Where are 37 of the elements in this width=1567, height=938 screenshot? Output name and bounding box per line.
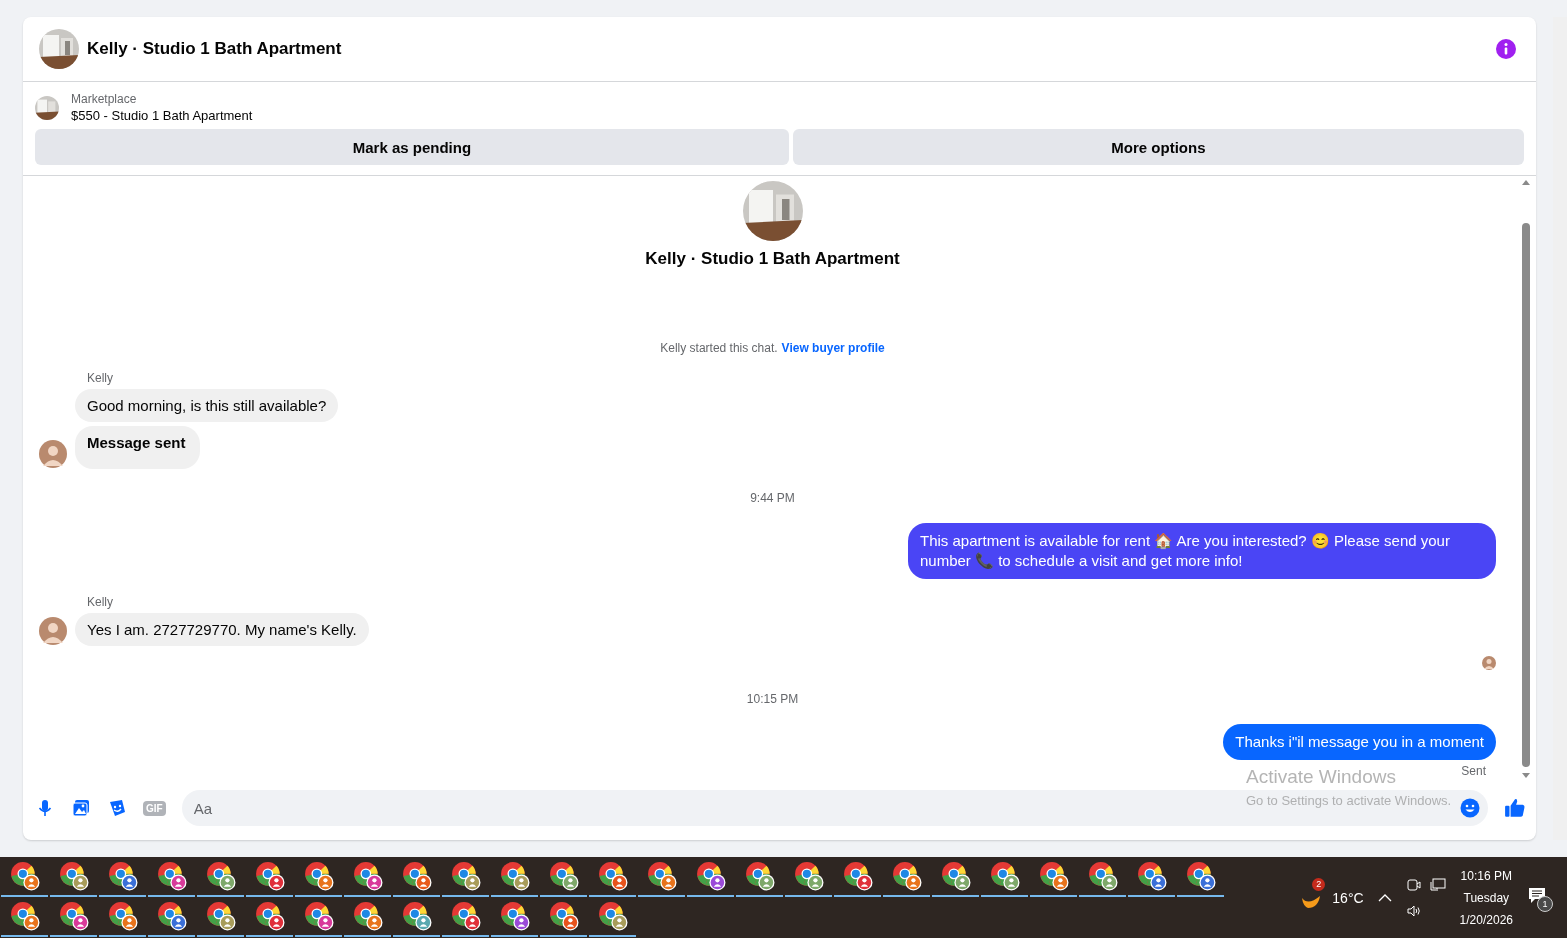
avatar xyxy=(39,440,67,468)
monitor-icon[interactable] xyxy=(1429,876,1446,893)
notification-count: 1 xyxy=(1537,896,1553,912)
listing-title: $550 - Studio 1 Bath Apartment xyxy=(71,108,253,123)
sticker-icon[interactable] xyxy=(107,798,127,818)
photo-icon[interactable] xyxy=(71,798,91,818)
clock-time[interactable]: 10:16 PM xyxy=(1460,868,1512,883)
delivery-status: Sent xyxy=(1461,764,1486,778)
seen-avatar xyxy=(1482,656,1496,670)
clock-date[interactable]: 1/20/2026 xyxy=(1459,912,1513,927)
avatar xyxy=(39,617,67,645)
sender-name: Kelly xyxy=(87,371,114,385)
chat-intro-title: Kelly · Studio 1 Bath Apartment xyxy=(645,249,900,269)
emoji-icon[interactable] xyxy=(1460,798,1480,818)
clock-day[interactable]: Tuesday xyxy=(1463,890,1510,905)
thumbs-up-icon[interactable] xyxy=(1504,797,1526,819)
chat-title: Kelly · Studio 1 Bath Apartment xyxy=(87,39,343,59)
chat-started-note: Kelly started this chat. xyxy=(660,341,778,355)
message-bubble: Good morning, is this still available? xyxy=(75,389,339,422)
message-bubble: Thanks i"il message you in a moment xyxy=(1223,724,1496,760)
info-icon[interactable] xyxy=(1496,39,1516,59)
sender-name: Kelly xyxy=(87,595,114,609)
buyer-profile-link[interactable]: View buyer profile xyxy=(781,341,885,355)
action-button[interactable]: Mark as pending xyxy=(35,129,789,165)
message-bubble: Message sent xyxy=(75,426,201,469)
timestamp: 9:44 PM xyxy=(750,491,795,505)
listing-source: Marketplace xyxy=(71,92,138,106)
message-bubble: This apartment is available for rent 🏠 Are you interested? 😊 Please send your number 📞 to schedule a visit and get more info! xyxy=(908,523,1496,579)
chevron-up-icon[interactable] xyxy=(1377,892,1392,903)
timestamp: 10:15 PM xyxy=(746,692,799,706)
message-bubble: Yes I am. 2727729770. My name's Kelly. xyxy=(75,613,369,646)
temperature: 16°C xyxy=(1332,889,1364,906)
activation-notice-hint: Go to Settings to activate Windows. xyxy=(1246,793,1452,808)
action-button[interactable]: More options xyxy=(792,129,1524,165)
notification-badge: 2 xyxy=(1312,877,1326,891)
camera-icon[interactable] xyxy=(1405,876,1422,893)
activation-notice-title: Activate Windows xyxy=(1246,766,1397,788)
